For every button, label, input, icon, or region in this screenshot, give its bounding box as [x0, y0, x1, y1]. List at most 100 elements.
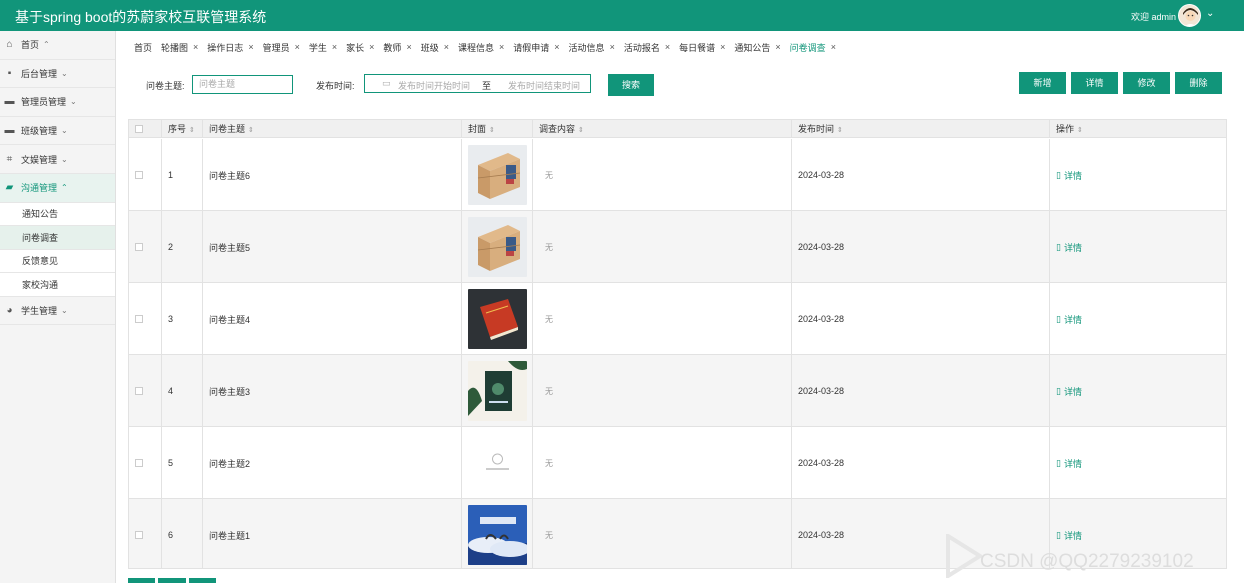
tab-parent[interactable]: 家长 ×	[346, 41, 374, 54]
tab-leave[interactable]: 请假申请 ×	[513, 41, 559, 54]
tab-teacher[interactable]: 教师 ×	[383, 41, 411, 54]
th-action[interactable]: 操作 ⇕	[1050, 120, 1226, 138]
tab-student[interactable]: 学生 ×	[309, 41, 337, 54]
tab-survey[interactable]: 问卷调查 ×	[790, 41, 836, 54]
close-icon[interactable]: ×	[554, 42, 559, 52]
close-icon[interactable]: ×	[720, 42, 725, 52]
close-icon[interactable]: ×	[665, 42, 670, 52]
edit-button[interactable]: 修改	[1123, 72, 1170, 94]
save-icon: ▪	[7, 67, 12, 79]
tab-activity[interactable]: 活动信息 ×	[569, 41, 615, 54]
sidebar-item-label: 首页	[21, 40, 40, 51]
table-row[interactable]: 1 问卷主题6 无 2024-03-28 ▯ 详情	[129, 139, 1226, 211]
row-select-cell[interactable]	[129, 355, 162, 427]
date-start-placeholder[interactable]: 发布时间开始时间	[398, 79, 470, 92]
close-icon[interactable]: ×	[332, 42, 337, 52]
tab-signup[interactable]: 活动报名 ×	[624, 41, 670, 54]
tab-oplog[interactable]: 操作日志 ×	[207, 41, 253, 54]
table-row[interactable]: 5 问卷主题2 无 2024-03-28 ▯ 详情	[129, 427, 1226, 499]
sidebar-item-admins[interactable]: ▬ 管理员管理 ⌄	[0, 88, 115, 117]
close-icon[interactable]: ×	[775, 42, 780, 52]
row-detail-link[interactable]: ▯ 详情	[1056, 529, 1082, 542]
table-row[interactable]: 4 问卷主题3 无 2024-03-28 ▯ 详情	[129, 355, 1226, 427]
chevron-down-icon: ⌄	[61, 68, 68, 78]
sort-icon[interactable]: ⇕	[189, 127, 195, 134]
row-detail-link[interactable]: ▯ 详情	[1056, 313, 1082, 326]
sidebar-subitem-home-school[interactable]: 家校沟通	[0, 273, 115, 297]
row-detail-link[interactable]: ▯ 详情	[1056, 169, 1082, 182]
row-checkbox[interactable]	[135, 531, 143, 539]
sidebar-subitem-notices[interactable]: 通知公告	[0, 202, 115, 227]
select-all-cell[interactable]	[129, 120, 162, 138]
row-detail-link[interactable]: ▯ 详情	[1056, 385, 1082, 398]
sort-icon[interactable]: ⇕	[1077, 127, 1083, 134]
row-detail-link[interactable]: ▯ 详情	[1056, 241, 1082, 254]
th-content[interactable]: 调查内容 ⇕	[533, 120, 792, 138]
row-select-cell[interactable]	[129, 211, 162, 283]
search-button[interactable]: 搜索	[608, 74, 654, 96]
close-icon[interactable]: ×	[248, 42, 253, 52]
row-select-cell[interactable]	[129, 499, 162, 568]
row-checkbox[interactable]	[135, 387, 143, 395]
tab-menu[interactable]: 每日餐谱 ×	[679, 41, 725, 54]
date-range-picker[interactable]: ▭ 发布时间开始时间 至 发布时间结束时间	[364, 74, 591, 93]
date-end-placeholder[interactable]: 发布时间结束时间	[508, 79, 580, 92]
close-icon[interactable]: ×	[831, 42, 836, 52]
tab-notice[interactable]: 通知公告 ×	[734, 41, 780, 54]
row-topic: 问卷主题5	[203, 211, 462, 283]
th-cover[interactable]: 封面 ⇕	[462, 120, 533, 138]
sidebar-item-classes[interactable]: ▬ 班级管理 ⌄	[0, 117, 115, 146]
close-icon[interactable]: ×	[193, 42, 198, 52]
row-checkbox[interactable]	[135, 315, 143, 323]
sort-icon[interactable]: ⇕	[578, 127, 584, 134]
close-icon[interactable]: ×	[295, 42, 300, 52]
row-checkbox[interactable]	[135, 459, 143, 467]
delete-button[interactable]: 删除	[1175, 72, 1222, 94]
tab-admin[interactable]: 管理员 ×	[263, 41, 300, 54]
sidebar-subitem-feedback[interactable]: 反馈意见	[0, 249, 115, 274]
row-checkbox[interactable]	[135, 243, 143, 251]
sidebar-item-entertainment[interactable]: ⌗ 文娱管理 ⌄	[0, 145, 115, 174]
close-icon[interactable]: ×	[406, 42, 411, 52]
sidebar-item-students[interactable]: ◕ 学生管理 ⌄	[0, 297, 115, 326]
avatar[interactable]	[1178, 4, 1201, 27]
tab-carousel[interactable]: 轮播图 ×	[161, 41, 198, 54]
sidebar-subitem-surveys[interactable]: 问卷调查	[0, 226, 115, 250]
th-date[interactable]: 发布时间 ⇕	[792, 120, 1050, 138]
topic-search-input[interactable]: 问卷主题	[192, 75, 293, 94]
sidebar-item-communication[interactable]: ▰ 沟通管理 ⌃	[0, 173, 115, 203]
sort-icon[interactable]: ⇕	[489, 127, 495, 134]
th-topic[interactable]: 问卷主题 ⇕	[203, 120, 462, 138]
detail-button[interactable]: 详情	[1071, 72, 1118, 94]
row-detail-link[interactable]: ▯ 详情	[1056, 457, 1082, 470]
table-row[interactable]: 3 问卷主题4 无 2024-03-28 ▯ 详情	[129, 283, 1226, 355]
tab-home[interactable]: 首页	[134, 41, 152, 54]
close-icon[interactable]: ×	[610, 42, 615, 52]
cover-image[interactable]	[468, 505, 527, 565]
sidebar-item-home[interactable]: ⌂ 首页 ⌃	[0, 31, 115, 60]
cover-image[interactable]	[468, 361, 527, 421]
sort-icon[interactable]: ⇕	[248, 127, 254, 134]
chevron-down-icon[interactable]: ⌄	[1206, 8, 1214, 19]
tab-course[interactable]: 课程信息 ×	[458, 41, 504, 54]
cover-image[interactable]	[468, 217, 527, 277]
close-icon[interactable]: ×	[369, 42, 374, 52]
cover-image[interactable]	[468, 433, 527, 493]
document-icon: ▯	[1056, 385, 1061, 396]
row-index: 3	[162, 283, 203, 355]
cover-image[interactable]	[468, 289, 527, 349]
row-checkbox[interactable]	[135, 171, 143, 179]
sort-icon[interactable]: ⇕	[837, 127, 843, 134]
sidebar-item-backend[interactable]: ▪ 后台管理 ⌄	[0, 60, 115, 89]
th-index[interactable]: 序号 ⇕	[162, 120, 203, 138]
table-row[interactable]: 2 问卷主题5 无 2024-03-28 ▯ 详情	[129, 211, 1226, 283]
row-select-cell[interactable]	[129, 427, 162, 499]
row-select-cell[interactable]	[129, 139, 162, 211]
cover-image[interactable]	[468, 145, 527, 205]
row-select-cell[interactable]	[129, 283, 162, 355]
tab-class[interactable]: 班级 ×	[421, 41, 449, 54]
select-all-checkbox[interactable]	[135, 125, 143, 133]
close-icon[interactable]: ×	[499, 42, 504, 52]
close-icon[interactable]: ×	[444, 42, 449, 52]
add-button[interactable]: 新增	[1019, 72, 1066, 94]
